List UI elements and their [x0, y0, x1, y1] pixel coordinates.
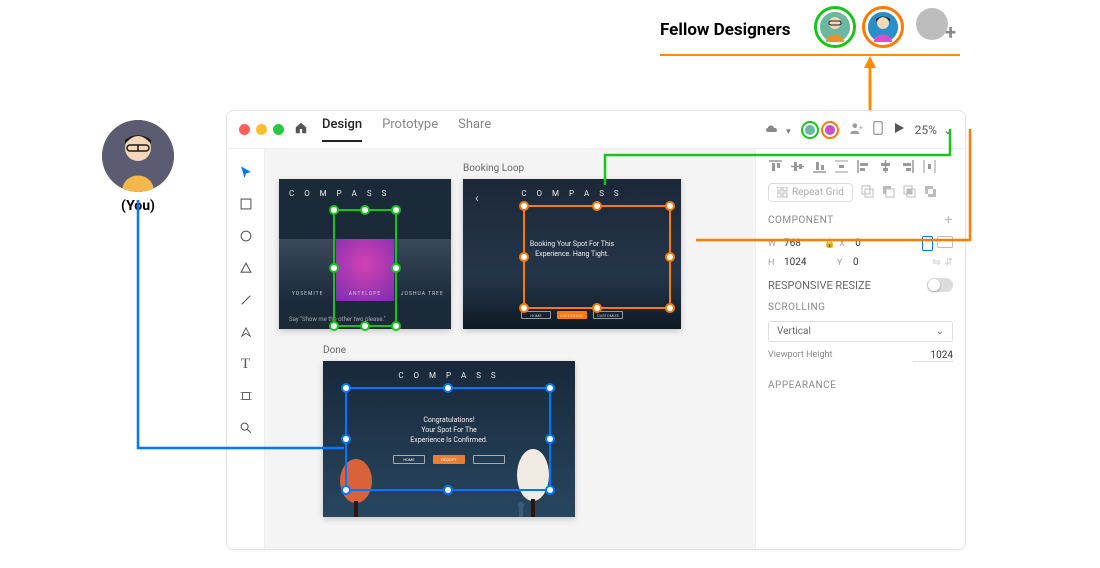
svg-text:+: + — [859, 124, 863, 132]
back-icon: ‹ — [475, 191, 479, 205]
height-input[interactable] — [784, 257, 820, 268]
polygon-tool-icon[interactable] — [237, 259, 255, 277]
repeat-grid-button[interactable]: Repeat Grid — [768, 183, 853, 202]
selection-frame-orange[interactable] — [523, 205, 671, 309]
responsive-resize-label: RESPONSIVE RESIZE — [768, 279, 871, 292]
close-window-icon[interactable] — [239, 124, 250, 135]
fellow-avatar-1 — [814, 6, 856, 48]
artboard-label-booking: Booking Loop — [463, 163, 524, 174]
x-input[interactable] — [855, 238, 891, 249]
height-label: H — [768, 258, 780, 268]
artboard-brand: C O M P A S S — [279, 179, 451, 198]
artboard-brand: C O M P A S S — [463, 179, 681, 198]
boolean-add-icon[interactable] — [861, 185, 874, 201]
scrolling-section-label: SCROLLING — [768, 302, 825, 313]
align-left-icon[interactable] — [856, 159, 870, 173]
presence-avatar-green[interactable] — [801, 121, 819, 139]
fellow-underline — [660, 54, 960, 56]
orientation-landscape-icon[interactable] — [937, 236, 953, 248]
scrolling-mode-select[interactable]: Vertical ⌄ — [768, 321, 953, 342]
distribute-h-icon[interactable] — [922, 159, 936, 173]
viewport-height-input[interactable] — [913, 350, 953, 362]
boolean-subtract-icon[interactable] — [882, 185, 895, 201]
select-tool-icon[interactable] — [237, 163, 255, 181]
fellow-designers-avatars — [814, 6, 954, 48]
fellow-designers-label: Fellow Designers — [660, 20, 790, 40]
home-icon[interactable] — [294, 120, 308, 139]
invite-icon[interactable]: + — [849, 121, 863, 138]
selection-frame-green[interactable] — [333, 209, 397, 327]
align-distribute-icons — [768, 159, 953, 173]
artboard-brand: C O M P A S S — [323, 361, 575, 380]
add-collaborator-icon — [916, 8, 954, 46]
responsive-resize-toggle[interactable] — [927, 278, 953, 292]
width-input[interactable] — [784, 238, 820, 249]
lock-aspect-icon[interactable]: 🔒 — [824, 239, 835, 249]
you-avatar-icon — [102, 120, 174, 192]
line-tool-icon[interactable] — [237, 291, 255, 309]
chevron-down-icon: ⌄ — [943, 123, 953, 137]
artboard-label-done: Done — [323, 345, 346, 356]
y-label: Y — [837, 258, 849, 268]
tool-sidebar: T — [227, 149, 265, 549]
artboard-tool-icon[interactable] — [237, 387, 255, 405]
align-right-icon[interactable] — [900, 159, 914, 173]
mode-tabs: Design Prototype Share — [322, 117, 491, 142]
tab-share[interactable]: Share — [458, 117, 491, 142]
align-bottom-icon[interactable] — [812, 159, 826, 173]
presence-avatar-orange[interactable] — [821, 121, 839, 139]
boolean-intersect-icon[interactable] — [903, 185, 916, 201]
panel-right: JOSHUA TREE — [394, 239, 451, 301]
align-center-icon[interactable] — [878, 159, 892, 173]
window-controls[interactable] — [239, 124, 284, 135]
component-section-label: COMPONENT — [768, 215, 834, 226]
rectangle-tool-icon[interactable] — [237, 195, 255, 213]
width-label: W — [768, 239, 780, 249]
ellipse-tool-icon[interactable] — [237, 227, 255, 245]
x-label: X — [839, 239, 851, 249]
pen-tool-icon[interactable] — [237, 323, 255, 341]
y-input[interactable] — [853, 257, 889, 268]
minimize-window-icon[interactable] — [256, 124, 267, 135]
inspector-panel: Repeat Grid COMPONENT + W 🔒 X — [755, 149, 965, 549]
distribute-v-icon[interactable] — [834, 159, 848, 173]
you-label: (You) — [102, 198, 174, 214]
device-preview-icon[interactable] — [873, 121, 883, 138]
cloud-sync-icon[interactable] — [764, 122, 791, 137]
collaborator-presence — [801, 121, 839, 139]
text-tool-icon[interactable]: T — [237, 355, 255, 373]
xd-app-window: Design Prototype Share + 25% — [226, 110, 966, 550]
align-top-icon[interactable] — [768, 159, 782, 173]
panel-left: YOSEMITE — [279, 239, 336, 301]
maximize-window-icon[interactable] — [273, 124, 284, 135]
boolean-exclude-icon[interactable] — [924, 185, 937, 201]
tab-prototype[interactable]: Prototype — [382, 117, 438, 142]
appearance-section-label: APPEARANCE — [768, 380, 836, 391]
zoom-value: 25% — [915, 123, 937, 137]
orientation-portrait-icon[interactable] — [922, 236, 933, 251]
selection-frame-blue[interactable] — [345, 387, 551, 491]
fellow-avatar-2 — [862, 6, 904, 48]
flip-h-icon[interactable]: ⇋ — [932, 257, 940, 268]
zoom-control[interactable]: 25% ⌄ — [915, 123, 953, 137]
align-middle-icon[interactable] — [790, 159, 804, 173]
play-icon[interactable] — [893, 122, 905, 137]
add-component-icon[interactable]: + — [945, 212, 953, 228]
zoom-tool-icon[interactable] — [237, 419, 255, 437]
tab-design[interactable]: Design — [322, 117, 362, 142]
titlebar: Design Prototype Share + 25% — [227, 111, 965, 149]
chevron-down-icon: ⌄ — [936, 326, 944, 337]
you-avatar-annotation: (You) — [102, 120, 174, 214]
flip-v-icon[interactable]: ⇵ — [945, 257, 953, 268]
canvas[interactable]: C O M P A S S YOSEMITE ANTELOPE JOSHUA T… — [265, 149, 755, 549]
viewport-height-label: Viewport Height — [768, 350, 832, 362]
